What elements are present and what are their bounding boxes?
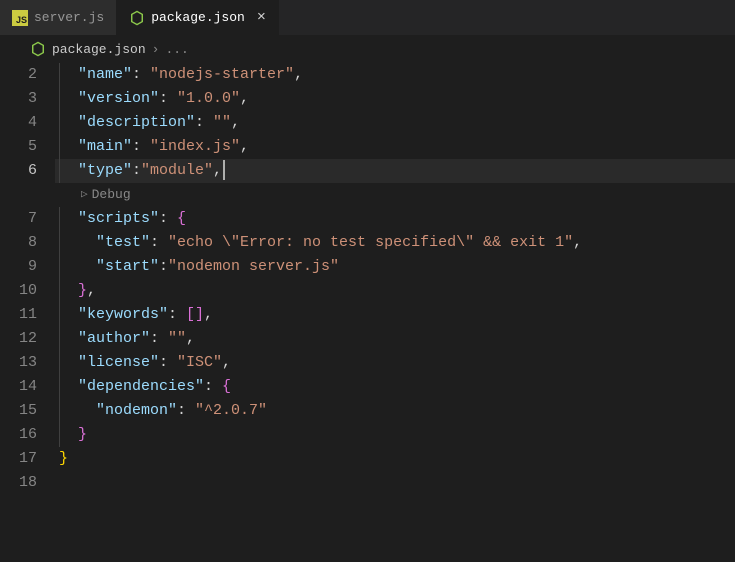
nodejs-icon [129, 10, 145, 26]
code-line: "start":"nodemon server.js" [55, 255, 735, 279]
line-number: 15 [0, 399, 37, 423]
line-number: 17 [0, 447, 37, 471]
line-number: 8 [0, 231, 37, 255]
code-line: "test": "echo \"Error: no test specified… [55, 231, 735, 255]
code-line: "name": "nodejs-starter", [55, 63, 735, 87]
line-number: 5 [0, 135, 37, 159]
code-line: "description": "", [55, 111, 735, 135]
code-editor[interactable]: 2 3 4 5 6 7 8 9 10 11 12 13 14 15 16 17 … [0, 63, 735, 495]
code-line: "scripts": { [55, 207, 735, 231]
text-cursor [223, 160, 225, 180]
line-number: 14 [0, 375, 37, 399]
code-line: "type":"module", [55, 159, 735, 183]
line-number: 4 [0, 111, 37, 135]
code-line [55, 471, 735, 495]
code-line: } [55, 447, 735, 471]
line-number-gutter: 2 3 4 5 6 7 8 9 10 11 12 13 14 15 16 17 … [0, 63, 55, 495]
line-number: 11 [0, 303, 37, 327]
code-line: } [55, 423, 735, 447]
tab-package-json[interactable]: package.json × [117, 0, 279, 35]
line-number: 3 [0, 87, 37, 111]
line-number: 13 [0, 351, 37, 375]
nodejs-icon [30, 41, 46, 57]
line-number: 10 [0, 279, 37, 303]
tab-bar: JS server.js package.json × [0, 0, 735, 35]
line-number: 18 [0, 471, 37, 495]
line-number: 6 [0, 159, 37, 183]
line-number: 7 [0, 207, 37, 231]
breadcrumb-ellipsis: ... [165, 42, 188, 57]
line-number: 9 [0, 255, 37, 279]
debug-label: Debug [92, 183, 131, 207]
code-line: }, [55, 279, 735, 303]
debug-codelens[interactable]: ▷Debug [55, 183, 735, 207]
code-line: "nodemon": "^2.0.7" [55, 399, 735, 423]
code-line: "keywords": [], [55, 303, 735, 327]
breadcrumb[interactable]: package.json › ... [0, 35, 735, 63]
play-icon: ▷ [81, 183, 88, 207]
tab-label: server.js [34, 10, 104, 25]
breadcrumb-file: package.json [52, 42, 146, 57]
code-line: "license": "ISC", [55, 351, 735, 375]
line-number: 2 [0, 63, 37, 87]
js-icon: JS [12, 10, 28, 26]
code-line: "version": "1.0.0", [55, 87, 735, 111]
line-number: 16 [0, 423, 37, 447]
close-icon[interactable]: × [257, 9, 266, 26]
code-line: "author": "", [55, 327, 735, 351]
chevron-right-icon: › [152, 42, 160, 57]
line-number: 12 [0, 327, 37, 351]
code-area[interactable]: "name": "nodejs-starter", "version": "1.… [55, 63, 735, 495]
tab-server-js[interactable]: JS server.js [0, 0, 117, 35]
code-line: "main": "index.js", [55, 135, 735, 159]
tab-label: package.json [151, 10, 245, 25]
code-line: "dependencies": { [55, 375, 735, 399]
